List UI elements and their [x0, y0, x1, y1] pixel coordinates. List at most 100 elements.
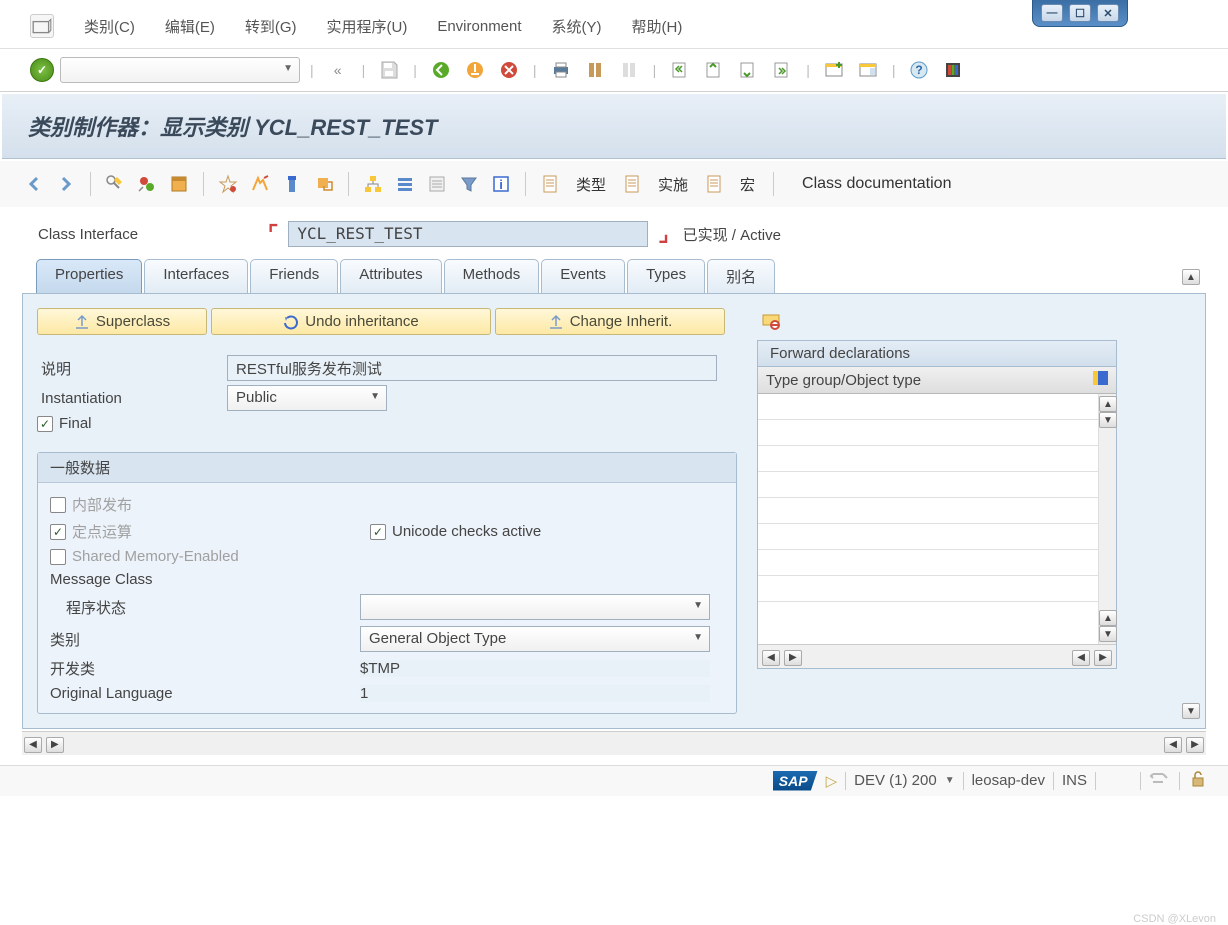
- description-field[interactable]: RESTful服务发布测试: [227, 355, 717, 381]
- layout-icon[interactable]: [854, 57, 882, 83]
- macro-button[interactable]: 宏: [732, 172, 763, 197]
- filter-icon[interactable]: [455, 171, 483, 197]
- align-icon[interactable]: [391, 171, 419, 197]
- tab-events[interactable]: Events: [541, 259, 625, 293]
- fwd-hscroll-right2-icon[interactable]: ▶: [1094, 650, 1112, 666]
- fwd-row[interactable]: [758, 524, 1098, 550]
- status-lock-icon[interactable]: [1188, 770, 1208, 792]
- customize-icon[interactable]: [939, 57, 967, 83]
- fwd-scroll-up-icon[interactable]: ▲: [1099, 396, 1117, 412]
- fwd-row[interactable]: [758, 394, 1098, 420]
- fwd-hscroll-left-icon[interactable]: ◀: [762, 650, 780, 666]
- tab-attributes[interactable]: Attributes: [340, 259, 441, 293]
- menu-class[interactable]: 类别(C): [84, 16, 135, 37]
- instantiation-select[interactable]: Public: [227, 385, 387, 411]
- command-field[interactable]: [60, 57, 300, 83]
- main-hscroll-left-icon[interactable]: ◀: [24, 737, 42, 753]
- main-vscroll-down-icon[interactable]: ▼: [1182, 703, 1200, 719]
- fwd-scroll-down-icon[interactable]: ▼: [1099, 412, 1117, 428]
- nav-back-icon[interactable]: [20, 171, 48, 197]
- package-field[interactable]: $TMP: [360, 660, 710, 677]
- tab-methods[interactable]: Methods: [444, 259, 540, 293]
- tab-properties[interactable]: Properties: [36, 259, 142, 293]
- fwd-row[interactable]: [758, 576, 1098, 602]
- first-page-icon[interactable]: [666, 57, 694, 83]
- display-edit-icon[interactable]: [101, 171, 129, 197]
- check-icon[interactable]: [165, 171, 193, 197]
- menu-system[interactable]: 系统(Y): [552, 16, 602, 37]
- macro-doc-icon[interactable]: [700, 171, 728, 197]
- back-double-icon[interactable]: «: [324, 57, 352, 83]
- where-used-icon[interactable]: [246, 171, 274, 197]
- fwd-scroll-up2-icon[interactable]: ▲: [1099, 610, 1117, 626]
- fwd-column-config-icon[interactable]: [1093, 371, 1108, 389]
- help-icon[interactable]: ?: [905, 57, 933, 83]
- menu-goto[interactable]: 转到(G): [245, 16, 297, 37]
- other-object-icon[interactable]: [133, 171, 161, 197]
- main-hscroll-left2-icon[interactable]: ◀: [1164, 737, 1182, 753]
- print-icon[interactable]: [547, 57, 575, 83]
- impl-button[interactable]: 实施: [650, 172, 696, 197]
- tab-types[interactable]: Types: [627, 259, 705, 293]
- nav-forward-icon[interactable]: [52, 171, 80, 197]
- list-icon[interactable]: [423, 171, 451, 197]
- tab-friends[interactable]: Friends: [250, 259, 338, 293]
- local-types-icon[interactable]: [310, 171, 338, 197]
- info-icon[interactable]: i: [487, 171, 515, 197]
- impl-doc-icon[interactable]: [618, 171, 646, 197]
- prev-page-icon[interactable]: [700, 57, 728, 83]
- fwd-row[interactable]: [758, 472, 1098, 498]
- status-system[interactable]: DEV (1) 200: [854, 772, 937, 789]
- hierarchy-icon[interactable]: [359, 171, 387, 197]
- menu-environment[interactable]: Environment: [437, 18, 521, 35]
- orig-lang-field[interactable]: 1: [360, 685, 710, 702]
- fwd-row[interactable]: [758, 446, 1098, 472]
- ok-icon[interactable]: ✓: [30, 58, 54, 82]
- fwd-row[interactable]: [758, 420, 1098, 446]
- superclass-button[interactable]: Superclass: [37, 308, 207, 335]
- back-icon[interactable]: [427, 57, 455, 83]
- save-icon[interactable]: [375, 57, 403, 83]
- find-next-icon[interactable]: [615, 57, 643, 83]
- next-page-icon[interactable]: [734, 57, 762, 83]
- new-session-icon[interactable]: [820, 57, 848, 83]
- fwd-toolbar-icon[interactable]: [757, 308, 785, 334]
- window-minimize-button[interactable]: —: [1041, 4, 1063, 22]
- fwd-row[interactable]: [758, 498, 1098, 524]
- fwd-scroll-down2-icon[interactable]: ▼: [1099, 626, 1117, 642]
- main-hscroll-right2-icon[interactable]: ▶: [1186, 737, 1204, 753]
- status-transport-icon[interactable]: [1149, 770, 1171, 792]
- class-documentation-button[interactable]: Class documentation: [784, 173, 969, 195]
- fwd-column-header[interactable]: Type group/Object type: [766, 372, 921, 389]
- final-checkbox[interactable]: ✓: [37, 416, 53, 432]
- menu-utilities[interactable]: 实用程序(U): [327, 16, 408, 37]
- window-close-button[interactable]: ✕: [1097, 4, 1119, 22]
- status-nav-icon[interactable]: ▷: [826, 772, 838, 790]
- tab-aliases[interactable]: 别名: [707, 259, 775, 293]
- class-interface-field[interactable]: YCL_REST_TEST: [288, 221, 648, 247]
- undo-inheritance-button[interactable]: Undo inheritance: [211, 308, 491, 335]
- category-select[interactable]: General Object Type: [360, 626, 710, 652]
- system-menu-icon[interactable]: [30, 14, 54, 38]
- types-doc-icon[interactable]: [536, 171, 564, 197]
- last-page-icon[interactable]: [768, 57, 796, 83]
- types-button[interactable]: 类型: [568, 172, 614, 197]
- prog-status-select[interactable]: [360, 594, 710, 620]
- menu-edit[interactable]: 编辑(E): [165, 16, 215, 37]
- main-vscroll-up-icon[interactable]: ▲: [1182, 269, 1200, 285]
- exit-icon[interactable]: [461, 57, 489, 83]
- fwd-hscroll-right-icon[interactable]: ▶: [784, 650, 802, 666]
- window-maximize-button[interactable]: ☐: [1069, 4, 1091, 22]
- change-inherit-button[interactable]: Change Inherit.: [495, 308, 725, 335]
- unicode-checkbox[interactable]: ✓: [370, 524, 386, 540]
- cancel-icon[interactable]: [495, 57, 523, 83]
- menu-help[interactable]: 帮助(H): [632, 16, 683, 37]
- test-icon[interactable]: [278, 171, 306, 197]
- tab-interfaces[interactable]: Interfaces: [144, 259, 248, 293]
- find-icon[interactable]: [581, 57, 609, 83]
- activate-icon[interactable]: [214, 171, 242, 197]
- fwd-row[interactable]: [758, 550, 1098, 576]
- main-hscroll-right-icon[interactable]: ▶: [46, 737, 64, 753]
- internal-release-label: 内部发布: [72, 494, 132, 515]
- fwd-hscroll-left2-icon[interactable]: ◀: [1072, 650, 1090, 666]
